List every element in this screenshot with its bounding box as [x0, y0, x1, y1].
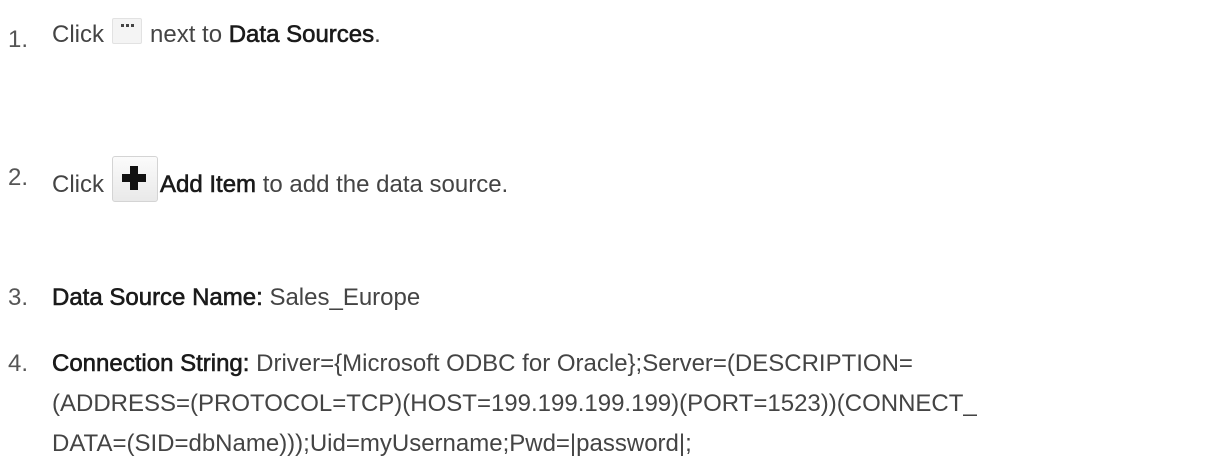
step-number: 3.	[8, 284, 29, 311]
data-source-name-value: Sales_Europe	[269, 284, 421, 311]
connection-string-value-2: (ADDRESS=(PROTOCOL=TCP)(HOST=199.199.199…	[52, 390, 977, 417]
add-plus-icon[interactable]	[112, 156, 158, 202]
step-4: 4. Connection String: Driver={Microsoft …	[0, 350, 1228, 470]
more-options-icon[interactable]	[112, 18, 142, 44]
step-text-period: .	[374, 21, 381, 48]
connection-string-value-3: DATA=(SID=dbName)));Uid=myUsername;Pwd=|…	[52, 430, 692, 457]
step-text-click: Click	[52, 171, 104, 198]
step-text-add-data-source: to add the data source.	[262, 171, 509, 198]
step-1: 1. Click next to Data Sources.	[0, 18, 1228, 68]
step-2: 2. Click Add Item to add the data source.	[0, 146, 1228, 202]
step-text-click: Click	[52, 21, 104, 48]
data-sources-label: Data Sources	[228, 21, 375, 49]
step-text-next-to: next to	[150, 21, 223, 48]
step-3: 3. Data Source Name: Sales_Europe	[0, 284, 1228, 314]
step-number: 2.	[8, 164, 29, 191]
connection-string-line-1: Connection String: Driver={Microsoft ODB…	[52, 344, 977, 384]
data-source-name-label: Data Source Name:	[52, 284, 263, 312]
connection-string-label: Connection String:	[52, 350, 250, 378]
add-item-label: Add Item	[160, 171, 257, 199]
step-number: 1.	[8, 26, 29, 53]
step-number: 4.	[8, 350, 29, 377]
connection-string-value-1: Driver={Microsoft ODBC for Oracle};Serve…	[256, 350, 913, 377]
